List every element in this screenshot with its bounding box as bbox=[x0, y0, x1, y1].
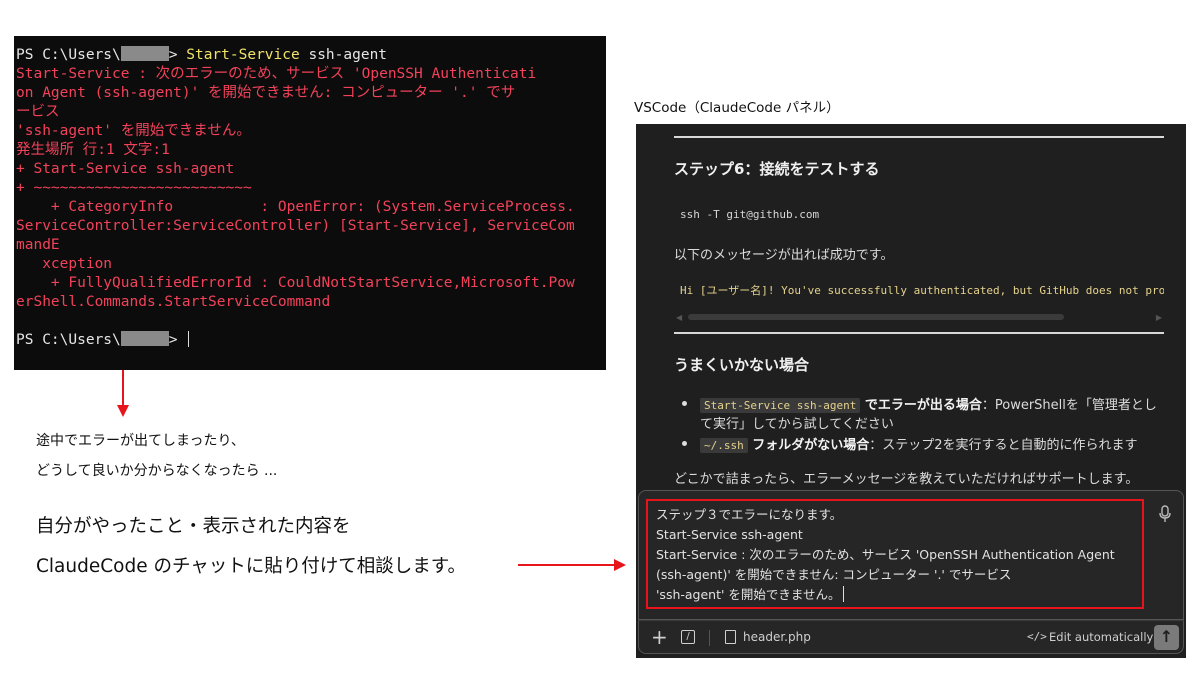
terminal-line: + CategoryInfo : OpenError: (System.Serv… bbox=[16, 198, 604, 217]
bullet-1: Start-Service ssh-agent でエラーが出る場合：PowerS… bbox=[700, 394, 1157, 413]
file-icon bbox=[725, 630, 736, 644]
success-message-code[interactable]: Hi [ユーザー名]! You've successfully authenti… bbox=[680, 282, 1164, 298]
microphone-icon[interactable] bbox=[1159, 505, 1171, 523]
bullet-1-code: Start-Service ssh-agent bbox=[700, 398, 861, 413]
bullet-2: ~/.ssh フォルダがない場合：ステップ2を実行すると自動的に作られます bbox=[700, 434, 1138, 453]
divider bbox=[674, 332, 1164, 334]
input-line: (ssh-agent)' を開始できません: コンピューター '.' でサービス bbox=[656, 567, 1012, 582]
down-arrow-head bbox=[117, 405, 129, 417]
bullet-1-cont: て実行」してから試してください bbox=[700, 417, 894, 432]
code-icon: </> bbox=[1027, 630, 1047, 643]
down-arrow bbox=[122, 370, 124, 406]
terminal-text: erShell.Commands.StartServiceCommand bbox=[16, 294, 331, 310]
scroll-thumb[interactable] bbox=[688, 314, 1064, 320]
terminal-text: PS C:\Users\ bbox=[16, 332, 121, 348]
chat-toolbar: + / header.php </> Edit automatically ↑ bbox=[638, 620, 1184, 654]
big-text-line-2: ClaudeCode のチャットに貼り付けて相談します。 bbox=[36, 556, 466, 577]
terminal-text: > bbox=[168, 332, 187, 348]
note-line-1: 途中でエラーが出てしまったり、 bbox=[36, 433, 245, 449]
bullet-dot bbox=[682, 401, 687, 406]
chat-input-highlight[interactable]: ステップ３でエラーになります。 Start-Service ssh-agent … bbox=[646, 499, 1144, 609]
powershell-terminal[interactable]: PS C:\Users\ > Start-Service ssh-agent Sta… bbox=[14, 36, 606, 370]
bullet-2-code: ~/.ssh bbox=[700, 438, 748, 453]
success-text: 以下のメッセージが出れば成功です。 bbox=[674, 248, 894, 263]
terminal-text: ssh-agent bbox=[299, 47, 388, 63]
redacted-username bbox=[120, 46, 169, 61]
terminal-text: ービス bbox=[16, 104, 60, 120]
right-arrow-head bbox=[614, 559, 626, 571]
terminal-line: Start-Service : 次のエラーのため、サービス 'OpenSSH A… bbox=[16, 65, 604, 84]
trouble-heading: うまくいかない場合 bbox=[674, 356, 810, 374]
big-text-line-1: 自分がやったこと・表示された内容を bbox=[36, 516, 351, 537]
terminal-text: > bbox=[168, 47, 187, 63]
vscode-caption: VSCode（ClaudeCode パネル） bbox=[634, 100, 840, 116]
terminal-line: 発生場所 行:1 文字:1 bbox=[16, 141, 604, 160]
scroll-left-icon[interactable]: ◀ bbox=[676, 313, 682, 322]
terminal-line: PS C:\Users\ > bbox=[16, 331, 604, 350]
terminal-text: + Start-Service ssh-agent bbox=[16, 161, 235, 177]
code-scrollbar[interactable]: ◀ ▶ bbox=[674, 311, 1164, 323]
terminal-text: xception bbox=[16, 256, 113, 272]
terminal-line: PS C:\Users\ > Start-Service ssh-agent bbox=[16, 46, 604, 65]
edit-mode-toggle[interactable]: Edit automatically bbox=[1049, 630, 1153, 644]
terminal-text: + CategoryInfo : OpenError: (System.Serv… bbox=[16, 199, 575, 215]
terminal-text: + FullyQualifiedErrorId : CouldNotStartS… bbox=[16, 275, 575, 291]
terminal-line: xception bbox=[16, 255, 604, 274]
closing-text: どこかで詰まったら、エラーメッセージを教えていただければサポートします。 bbox=[674, 472, 1139, 487]
terminal-line: ービス bbox=[16, 103, 604, 122]
terminal-text: 'ssh-agent' を開始できません。 bbox=[16, 123, 251, 139]
terminal-text: ServiceController:ServiceController) [St… bbox=[16, 218, 575, 234]
terminal-text: mandE bbox=[16, 237, 60, 253]
add-icon[interactable]: + bbox=[651, 625, 668, 649]
chat-input-area[interactable]: ステップ３でエラーになります。 Start-Service ssh-agent … bbox=[638, 490, 1184, 620]
right-arrow bbox=[518, 564, 618, 566]
terminal-line: on Agent (ssh-agent)' を開始できません: コンピューター … bbox=[16, 84, 604, 103]
terminal-text: 発生場所 行:1 文字:1 bbox=[16, 142, 170, 158]
text-cursor bbox=[842, 586, 844, 602]
terminal-line: 'ssh-agent' を開始できません。 bbox=[16, 122, 604, 141]
input-line: Start-Service ssh-agent bbox=[656, 527, 803, 542]
terminal-line: + FullyQualifiedErrorId : CouldNotStartS… bbox=[16, 274, 604, 293]
attached-file-name[interactable]: header.php bbox=[743, 630, 811, 644]
terminal-line: ServiceController:ServiceController) [St… bbox=[16, 217, 604, 236]
input-line: Start-Service : 次のエラーのため、サービス 'OpenSSH A… bbox=[656, 547, 1115, 562]
terminal-text: Start-Service : 次のエラーのため、サービス 'OpenSSH A… bbox=[16, 66, 537, 82]
terminal-line: + ~~~~~~~~~~~~~~~~~~~~~~~~~ bbox=[16, 179, 604, 198]
bullet-dot bbox=[682, 441, 687, 446]
terminal-cursor bbox=[188, 331, 190, 347]
redacted-username bbox=[120, 331, 169, 346]
claudecode-panel: ステップ6：接続をテストする ssh -T git@github.com 以下の… bbox=[636, 124, 1186, 658]
separator bbox=[709, 630, 710, 646]
terminal-line: + Start-Service ssh-agent bbox=[16, 160, 604, 179]
divider bbox=[674, 136, 1164, 138]
slash-command-icon[interactable]: / bbox=[681, 630, 695, 644]
ssh-test-command: ssh -T git@github.com bbox=[680, 208, 820, 221]
note-line-2: どうして良いか分からなくなったら ... bbox=[36, 463, 278, 479]
terminal-line: mandE bbox=[16, 236, 604, 255]
terminal-text: on Agent (ssh-agent)' を開始できません: コンピューター … bbox=[16, 85, 516, 101]
terminal-text: PS C:\Users\ bbox=[16, 47, 121, 63]
send-button[interactable]: ↑ bbox=[1154, 625, 1179, 650]
input-line: ステップ３でエラーになります。 bbox=[656, 507, 843, 522]
terminal-line: erShell.Commands.StartServiceCommand bbox=[16, 293, 604, 312]
terminal-text: Start-Service bbox=[186, 47, 300, 63]
input-line: 'ssh-agent' を開始できません。 bbox=[656, 585, 1134, 605]
terminal-text: + ~~~~~~~~~~~~~~~~~~~~~~~~~ bbox=[16, 180, 252, 196]
scroll-right-icon[interactable]: ▶ bbox=[1156, 313, 1162, 322]
step6-heading: ステップ6：接続をテストする bbox=[674, 160, 880, 178]
